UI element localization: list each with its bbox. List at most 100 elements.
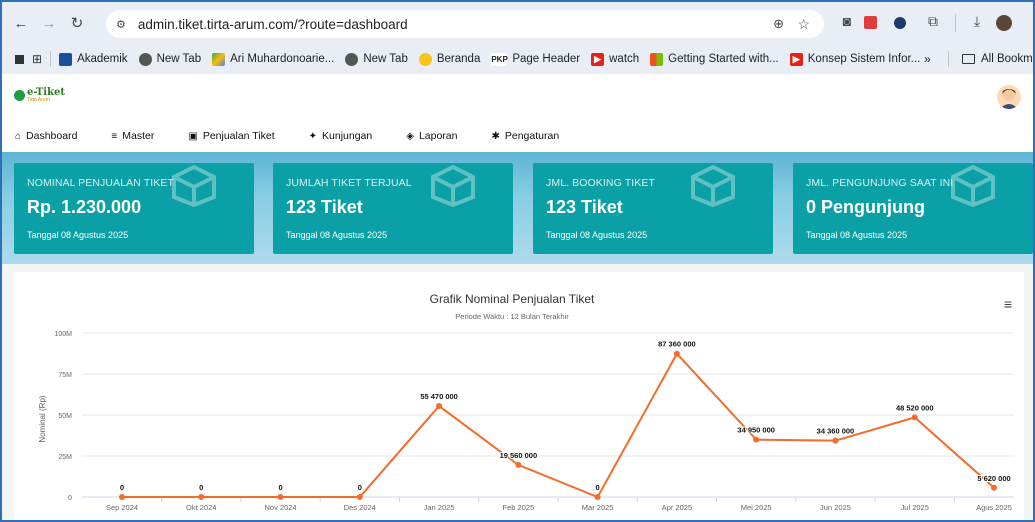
x-tick-label: Agus 2025 <box>976 503 1012 512</box>
star-icon[interactable]: ☆ <box>797 16 810 33</box>
app-logo[interactable]: e-Tiket Tirta Arum <box>14 88 65 103</box>
folder-icon <box>962 54 975 64</box>
logo-subtext: Tirta Arum <box>27 97 50 103</box>
x-tick-label: Jun 2025 <box>820 503 851 512</box>
camera-icon[interactable]: ◙ <box>838 13 856 29</box>
bookmark-label: Ari Muhardonoarie... <box>230 53 335 65</box>
shield-extension-icon[interactable] <box>894 17 906 29</box>
microsoft-icon <box>650 52 664 66</box>
card-date: Tanggal 08 Agustus 2025 <box>546 230 648 240</box>
apps-grid-icon[interactable]: ⊞ <box>32 52 42 66</box>
chart-panel: Grafik Nominal Penjualan Tiket Periode W… <box>14 272 1024 520</box>
bookmark-label: Getting Started with... <box>668 53 779 65</box>
data-label: 34 950 000 <box>737 426 775 435</box>
address-bar[interactable]: ⚙ admin.tiket.tirta-arum.com/?route=dash… <box>106 10 824 38</box>
bookmark-label: All Bookmarks <box>981 53 1033 65</box>
y-axis-label: Nominal (Rp) <box>38 395 47 442</box>
bookmark-akademik[interactable]: Akademik <box>59 52 128 66</box>
database-icon: ≡ <box>111 130 118 142</box>
menu-item-master[interactable]: ≡ Master <box>111 130 154 142</box>
zoom-icon[interactable]: ⊕ <box>773 16 784 32</box>
menu-item-pengaturan[interactable]: ✱ Pengaturan <box>491 130 559 142</box>
bookmark-label: Beranda <box>436 53 481 65</box>
data-point <box>515 461 522 468</box>
bookmark-watch[interactable]: ▶ watch <box>591 52 640 66</box>
x-tick-label: Des 2024 <box>344 503 376 512</box>
menu-label: Penjualan Tiket <box>202 130 275 142</box>
data-point <box>119 494 125 500</box>
data-label: 5 620 000 <box>977 474 1010 483</box>
card-date: Tanggal 08 Agustus 2025 <box>286 230 388 240</box>
data-point <box>198 494 205 500</box>
menu-label: Pengaturan <box>504 130 560 142</box>
data-label: 0 <box>596 483 600 492</box>
stat-card-booking: JML. BOOKING TIKET 123 Tiket Tanggal 08 … <box>533 163 773 254</box>
bag-icon: ▣ <box>188 130 198 142</box>
stat-card-nominal: NOMINAL PENJUALAN TIKET Rp. 1.230.000 Ta… <box>14 163 254 254</box>
menu-label: Master <box>122 130 155 142</box>
card-title: NOMINAL PENJUALAN TIKET <box>27 177 174 189</box>
home-icon: ⌂ <box>15 130 22 142</box>
stat-card-tiket-terjual: JUMLAH TIKET TERJUAL 123 Tiket Tanggal 0… <box>273 163 513 254</box>
stats-band: NOMINAL PENJUALAN TIKET Rp. 1.230.000 Ta… <box>2 152 1033 264</box>
extension-icon[interactable] <box>864 16 877 29</box>
sidebar-toggle-icon[interactable] <box>15 54 24 64</box>
bookmarks-overflow[interactable]: » <box>924 52 931 66</box>
chart-menu-icon[interactable]: ≡ <box>1004 296 1012 312</box>
puzzle-icon[interactable]: ⧉ <box>924 13 942 30</box>
menu-label: Laporan <box>418 130 458 142</box>
main-menu: ⌂ Dashboard ≡ Master ▣ Penjualan Tiket ✦ Kun… <box>15 130 593 142</box>
bookmark-label: watch <box>609 53 640 65</box>
cube-icon <box>172 165 216 207</box>
logo-icon <box>14 90 25 101</box>
reload-icon[interactable]: ↻ <box>66 12 88 34</box>
site-settings-icon[interactable]: ⚙ <box>116 18 126 31</box>
bookmark-label: Akademik <box>77 53 128 65</box>
menu-item-laporan[interactable]: ◈ Laporan <box>406 130 457 142</box>
page-content: e-Tiket Tirta Arum ⌂ Dashboard ≡ Master ▣ P… <box>2 74 1033 520</box>
avatar[interactable] <box>997 85 1021 109</box>
menu-dots-icon[interactable]: ⋮ <box>1026 13 1033 30</box>
download-icon[interactable]: ⤓ <box>968 13 986 30</box>
bookmark-page-header[interactable]: PKP Page Header <box>491 52 581 66</box>
bookmark-label: Konsep Sistem Infor... <box>807 53 921 65</box>
menu-item-penjualan-tiket[interactable]: ▣ Penjualan Tiket <box>188 130 274 142</box>
data-label: 87 360 000 <box>658 340 696 349</box>
bookmark-beranda[interactable]: Beranda <box>418 52 481 66</box>
data-label: 0 <box>120 483 124 492</box>
globe-icon <box>345 52 359 66</box>
data-point <box>436 403 443 410</box>
stack-icon: ◈ <box>406 130 414 142</box>
bookmark-konsep[interactable]: ▶ Konsep Sistem Infor... <box>789 52 921 66</box>
menu-item-kunjungan[interactable]: ✦ Kunjungan <box>309 130 373 142</box>
y-tick-label: 25M <box>58 454 72 461</box>
bookmark-new-tab-2[interactable]: New Tab <box>345 52 408 66</box>
menu-item-dashboard[interactable]: ⌂ Dashboard <box>15 130 77 142</box>
x-tick-label: Mar 2025 <box>582 503 614 512</box>
gear-icon: ✱ <box>491 130 500 142</box>
card-title: JML. PENGUNJUNG SAAT INI <box>806 177 954 189</box>
card-date: Tanggal 08 Agustus 2025 <box>806 230 908 240</box>
forward-icon[interactable]: → <box>38 12 60 34</box>
x-tick-label: Jan 2025 <box>424 503 455 512</box>
app-header: e-Tiket Tirta Arum ⌂ Dashboard ≡ Master ▣ P… <box>2 74 1033 152</box>
toolbar-divider <box>955 14 956 32</box>
globe-icon <box>138 52 152 66</box>
data-label: 48 520 000 <box>896 403 934 412</box>
bookmark-getting-started[interactable]: Getting Started with... <box>650 52 779 66</box>
back-icon[interactable]: ← <box>10 12 32 34</box>
data-point <box>911 414 918 421</box>
bookmark-drive[interactable]: Ari Muhardonoarie... <box>212 52 335 66</box>
all-bookmarks[interactable]: All Bookmarks <box>962 53 1033 65</box>
data-point <box>277 494 284 500</box>
beranda-icon <box>418 52 432 66</box>
profile-icon[interactable] <box>996 15 1012 31</box>
bookmark-label: Page Header <box>512 53 581 65</box>
x-tick-label: Apr 2025 <box>662 503 692 512</box>
stat-card-pengunjung: JML. PENGUNJUNG SAAT INI 0 Pengunjung Ta… <box>793 163 1033 254</box>
menu-label: Kunjungan <box>322 130 373 142</box>
youtube-icon: ▶ <box>789 52 803 66</box>
bookmark-new-tab[interactable]: New Tab <box>138 52 201 66</box>
bookmarks-bar: ⊞ Akademik New Tab Ari Muhardonoarie... … <box>2 44 1033 74</box>
cube-icon <box>691 165 735 207</box>
